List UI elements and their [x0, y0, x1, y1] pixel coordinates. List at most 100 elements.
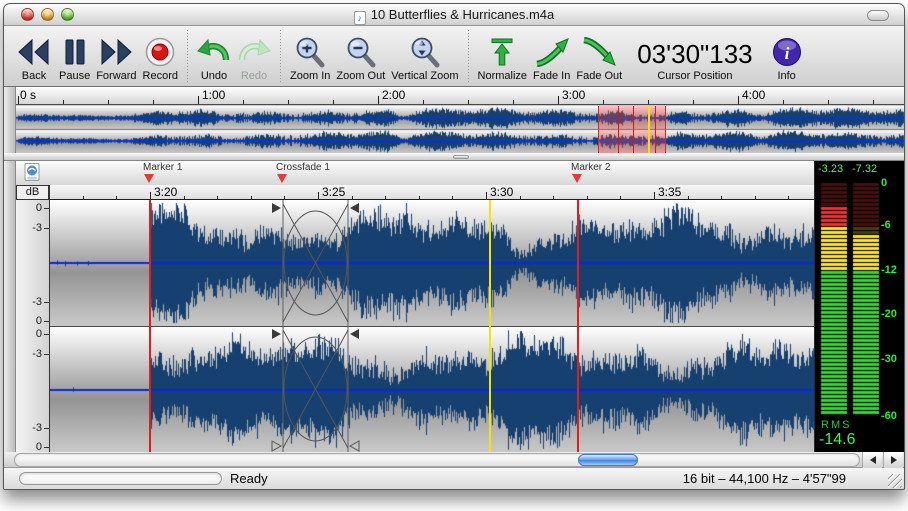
vertical-zoom-icon	[408, 33, 442, 70]
marker-triangle-icon[interactable]	[277, 174, 287, 183]
vertical-zoom-button[interactable]: Vertical Zoom	[391, 33, 458, 83]
toolbar-separator	[187, 30, 188, 82]
meter-scale-label: -30	[881, 354, 897, 365]
ruler-tick	[18, 96, 19, 104]
toolbar-button-label: Undo	[201, 70, 227, 83]
toolbar-button-label: Pause	[59, 70, 90, 83]
toolbar-button-label: Fade In	[533, 70, 570, 83]
info-icon: i	[771, 33, 803, 70]
toolbar-button-label: Zoom In	[290, 70, 330, 83]
ruler-tick	[378, 96, 379, 104]
db-scale-label: 0	[36, 203, 42, 214]
peak-readout-right: -7.32	[852, 163, 877, 175]
scrollbar-thumb[interactable]	[578, 454, 638, 466]
info-button[interactable]: i Info	[771, 33, 803, 83]
marker-label: Crossfade 1	[276, 162, 330, 173]
status-message: Ready	[230, 471, 268, 486]
meter-scale-label: -20	[881, 309, 897, 320]
rms-label: RMS	[821, 419, 851, 431]
window-title-text: 10 Butterflies & Hurricanes.m4a	[371, 7, 555, 22]
marker-label: Marker 1	[143, 162, 182, 173]
toolbar: Back Pause Forward Record Undo Redo Zoom In Zoo…	[4, 26, 904, 87]
undo-icon	[197, 33, 231, 70]
db-scale-label: -3	[32, 423, 42, 434]
ruler-tick	[738, 96, 739, 104]
db-scale-label: 0	[36, 329, 42, 340]
toolbar-button-label: Info	[777, 70, 795, 83]
window-resize-grip[interactable]	[888, 474, 902, 488]
overview-marker-line	[618, 106, 619, 153]
undo-button[interactable]: Undo	[197, 33, 231, 83]
zoom-out-button[interactable]: Zoom Out	[336, 33, 385, 83]
marker-strip[interactable]: Marker 1 Crossfade 1 Marker 2	[16, 161, 814, 185]
toolbar-toggle-button[interactable]	[867, 10, 889, 21]
overview-waveform-canvas[interactable]	[16, 106, 905, 153]
ruler-tick	[153, 100, 154, 104]
level-meter-leds	[815, 161, 905, 452]
overview-ruler-label: 4:00	[742, 88, 765, 102]
back-button[interactable]: Back	[15, 33, 53, 83]
marker-triangle-icon[interactable]	[572, 174, 582, 183]
app-window: 10 Butterflies & Hurricanes.m4a Back Paus…	[3, 3, 905, 490]
screenshot-stage: 10 Butterflies & Hurricanes.m4a Back Paus…	[0, 0, 908, 511]
svg-text:i: i	[784, 44, 789, 63]
db-axis-label: dB	[16, 185, 49, 200]
overview-waveform[interactable]	[16, 106, 905, 153]
ruler-tick	[468, 100, 469, 104]
audio-document-icon	[354, 11, 366, 25]
toolbar-button-label: Forward	[96, 70, 136, 83]
rewind-icon	[15, 33, 53, 70]
splitter-grip[interactable]	[453, 155, 469, 159]
ruler-tick	[333, 100, 334, 104]
fade-out-button[interactable]: Fade Out	[576, 33, 622, 83]
audio-format-info: 16 bit – 44,100 Hz – 4'57"99	[683, 471, 846, 486]
db-scale-column: dB 0-3-300-3-30	[16, 185, 49, 452]
zoom-in-icon	[293, 33, 327, 70]
waveform-region: 3:203:253:303:35	[49, 185, 814, 452]
overview-marker-line	[655, 106, 656, 153]
toolbar-button-label: Vertical Zoom	[391, 70, 458, 83]
redo-button: Redo	[237, 33, 271, 83]
marker-label: Marker 2	[571, 162, 610, 173]
window-title: 10 Butterflies & Hurricanes.m4a	[4, 7, 904, 25]
pause-icon	[62, 33, 88, 70]
zoom-out-icon	[344, 33, 378, 70]
scroll-left-button[interactable]	[862, 452, 882, 468]
ruler-tick	[108, 100, 109, 104]
overview-ruler-label: 0 s	[20, 88, 36, 102]
redo-icon	[237, 33, 271, 70]
rms-value: -14.6	[819, 431, 855, 449]
marker-triangle-icon[interactable]	[144, 174, 154, 183]
crossfade-overlay[interactable]	[50, 185, 815, 452]
ruler-tick	[873, 100, 874, 104]
ruler-tick	[63, 100, 64, 104]
cursor-position-value: 03'30"133	[637, 39, 752, 70]
pane-splitter[interactable]	[4, 153, 904, 161]
ruler-tick	[513, 100, 514, 104]
overview-left-frame	[4, 87, 16, 153]
forward-button[interactable]: Forward	[96, 33, 136, 83]
scroll-left-icon	[870, 456, 876, 464]
db-scale-label: -3	[32, 223, 42, 234]
normalize-button[interactable]: Normalize	[478, 33, 528, 83]
toolbar-button-label: Zoom Out	[336, 70, 385, 83]
horizontal-scrollbar	[4, 452, 904, 468]
toolbar-button-label: Fade Out	[576, 70, 622, 83]
main-left-frame	[4, 161, 16, 452]
record-button[interactable]: Record	[143, 33, 178, 83]
fade-in-button[interactable]: Fade In	[533, 33, 570, 83]
pause-button[interactable]: Pause	[59, 33, 90, 83]
fade-in-icon	[534, 33, 570, 70]
meter-scale-label: -60	[881, 411, 897, 422]
meter-scale-label: -12	[881, 265, 897, 276]
overview-time-ruler[interactable]: 0 s1:002:003:004:00	[16, 87, 905, 105]
scrollbar-track[interactable]	[14, 453, 860, 467]
status-bar: Ready 16 bit – 44,100 Hz – 4'57"99	[4, 468, 904, 490]
overview-ruler-label: 2:00	[382, 88, 405, 102]
progress-bar	[19, 472, 222, 485]
scroll-right-button[interactable]	[883, 452, 903, 468]
title-bar: 10 Butterflies & Hurricanes.m4a	[4, 4, 904, 26]
zoom-in-button[interactable]: Zoom In	[290, 33, 330, 83]
db-scale-label: 0	[36, 316, 42, 327]
ruler-tick	[558, 96, 559, 104]
